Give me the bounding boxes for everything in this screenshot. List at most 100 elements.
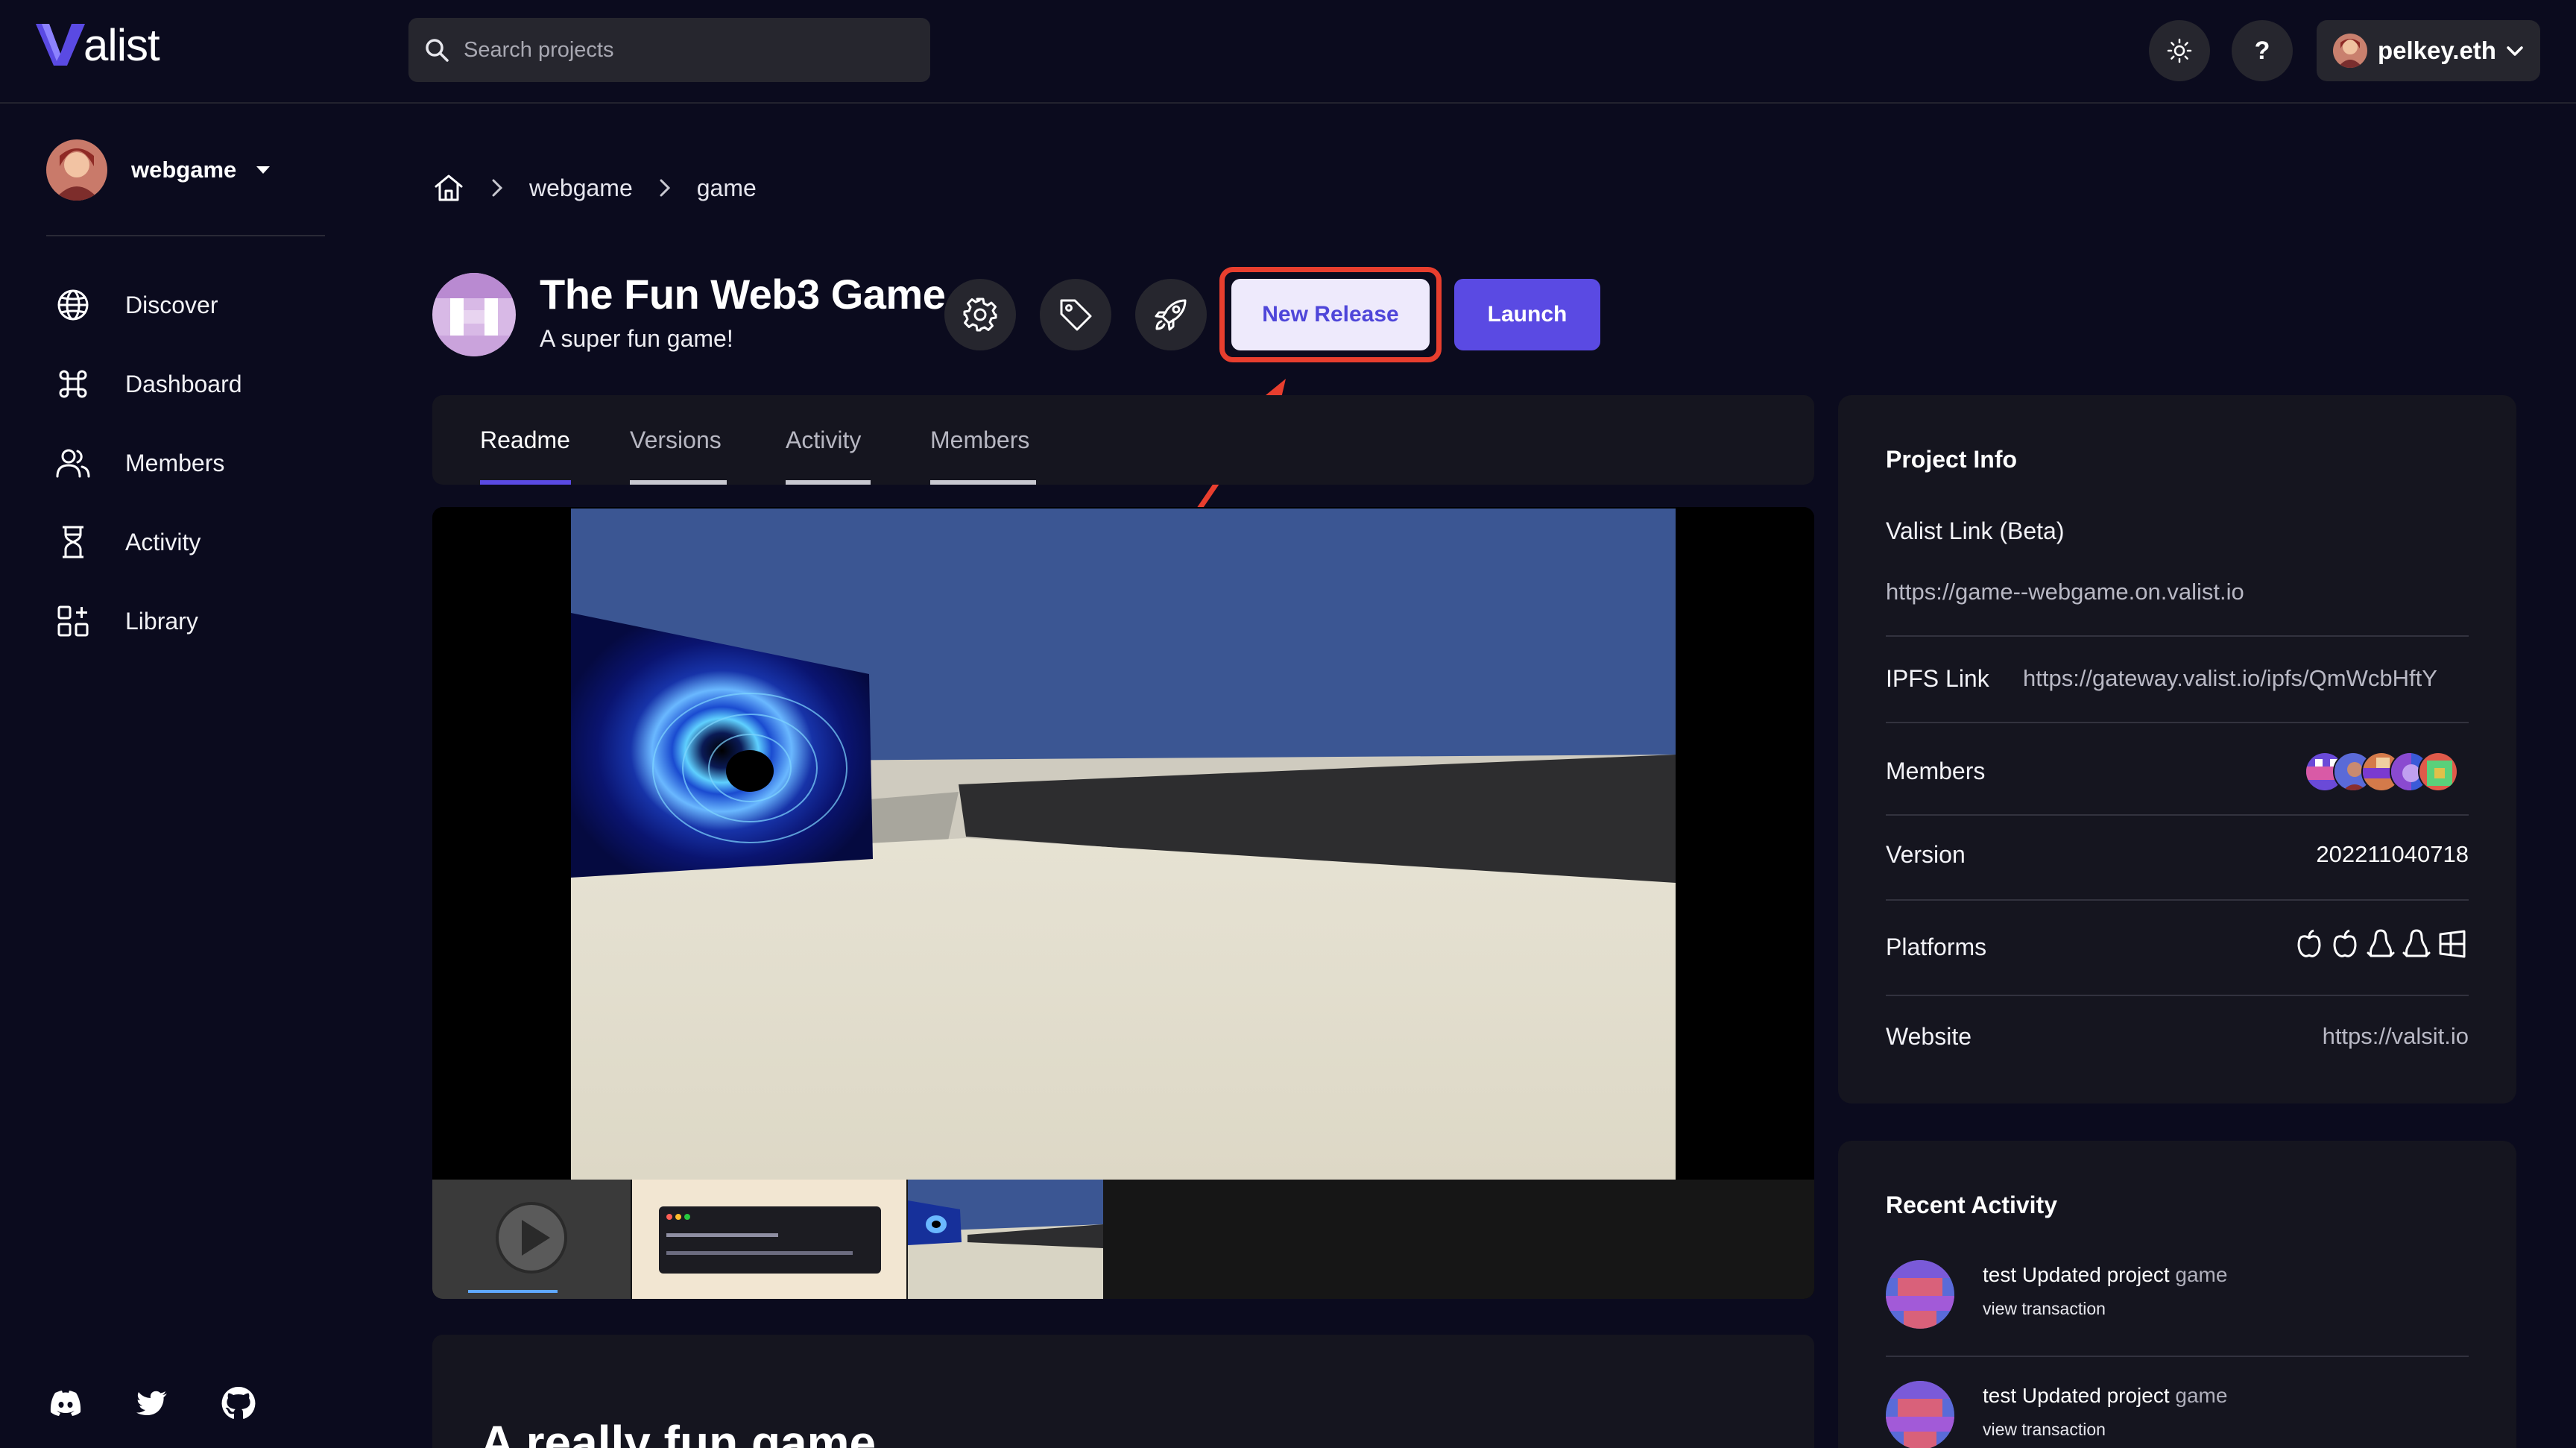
activity-item: test Updated project game view transacti…: [1886, 1260, 2469, 1342]
website-link[interactable]: https://valsit.io: [2323, 1023, 2469, 1050]
help-label: ?: [2254, 36, 2270, 65]
sidebar-item-label: Members: [125, 449, 225, 476]
platforms-row: Platforms: [1886, 928, 2469, 965]
account-avatar: [2333, 34, 2367, 68]
sidebar-item-members[interactable]: Members: [54, 424, 242, 503]
valist-logo[interactable]: alist: [34, 19, 160, 70]
activity-avatar: [1886, 1260, 1954, 1329]
readme-card: A really fun game: [432, 1335, 1814, 1448]
tab-readme[interactable]: Readme: [480, 426, 570, 454]
sidebar-item-label: Discover: [125, 291, 218, 318]
search-bar[interactable]: [408, 18, 930, 82]
settings-button[interactable]: [944, 279, 1016, 350]
tab-indicator-active: [480, 480, 571, 485]
tag-icon: [1060, 299, 1092, 331]
tab-versions[interactable]: Versions: [630, 426, 722, 454]
member-avatar: [2418, 752, 2458, 792]
theme-toggle-button[interactable]: [2149, 20, 2210, 81]
discord-icon[interactable]: [46, 1384, 85, 1423]
rocket-icon: [1155, 299, 1187, 331]
sidebar-item-activity[interactable]: Activity: [54, 503, 242, 582]
sidebar-item-library[interactable]: Library: [54, 582, 242, 661]
apple-icon: [2333, 929, 2357, 957]
breadcrumb: webgame game: [432, 166, 757, 210]
new-release-button[interactable]: New Release: [1231, 279, 1430, 350]
linux-icon: [2367, 929, 2395, 957]
activity-action: Updated project: [2021, 1384, 2170, 1407]
chevron-right-icon: [660, 179, 670, 197]
sidebar-item-label: Library: [125, 607, 198, 635]
sidebar-divider: [46, 235, 325, 236]
activity-action: Updated project: [2021, 1263, 2170, 1286]
deploy-button[interactable]: [1135, 279, 1207, 350]
search-icon: [426, 39, 449, 62]
view-transaction-link[interactable]: view transaction: [1983, 1299, 2106, 1319]
twitter-icon[interactable]: [133, 1384, 171, 1423]
activity-text: test Updated project game: [1983, 1263, 2227, 1287]
gear-icon: [963, 298, 997, 332]
activity-item: test Updated project game view transacti…: [1886, 1381, 2469, 1448]
sun-icon: [2167, 38, 2192, 63]
valist-link-row: Valist Link (Beta) https://game--webgame…: [1886, 517, 2469, 607]
version-value: 202211040718: [2316, 841, 2469, 867]
scene-thumbnail[interactable]: [908, 1180, 1103, 1299]
project-title: The Fun Web3 Game: [540, 271, 946, 318]
thumbnail-strip: [432, 1180, 1814, 1299]
project-avatar: [432, 273, 516, 356]
linux-icon: [2402, 929, 2431, 957]
project-info-title: Project Info: [1886, 446, 2018, 473]
sidebar-item-discover[interactable]: Discover: [54, 265, 242, 344]
tag-button[interactable]: [1040, 279, 1111, 350]
workspace-name: webgame: [131, 157, 237, 183]
code-thumbnail[interactable]: [632, 1180, 906, 1299]
tab-activity[interactable]: Activity: [786, 426, 861, 454]
activity-text: test Updated project game: [1983, 1384, 2227, 1408]
search-input[interactable]: [464, 37, 911, 63]
tab-indicator: [630, 480, 727, 485]
account-name: pelkey.eth: [2378, 37, 2496, 64]
top-bar: alist ? p: [0, 0, 2576, 104]
command-icon: [59, 370, 87, 398]
platform-icons: [2290, 928, 2469, 960]
ipfs-link[interactable]: https://gateway.valist.io/ipfs/QmWcbHftY: [2023, 665, 2470, 692]
ipfs-link-row: IPFS Link https://gateway.valist.io/ipfs…: [1886, 665, 2469, 695]
divider: [1886, 1356, 2469, 1357]
project-tabs: Readme Versions Activity Members: [432, 395, 1814, 485]
divider: [1886, 635, 2469, 637]
sidebar-item-dashboard[interactable]: Dashboard: [54, 344, 242, 424]
workspace-switcher[interactable]: webgame: [46, 139, 271, 201]
member-avatars[interactable]: [2305, 752, 2469, 793]
logo-text: alist: [83, 19, 160, 70]
project-subtitle: A super fun game!: [540, 325, 733, 352]
divider: [1886, 814, 2469, 816]
platforms-label: Platforms: [1886, 934, 1987, 960]
divider: [1886, 995, 2469, 996]
valist-link[interactable]: https://game--webgame.on.valist.io: [1886, 579, 2244, 605]
tab-indicator: [786, 480, 871, 485]
chevron-down-icon: [2507, 46, 2523, 56]
game-screenshot[interactable]: [571, 509, 1676, 1180]
video-thumbnail[interactable]: [432, 1180, 631, 1299]
breadcrumb-item-webgame[interactable]: webgame: [529, 174, 633, 202]
home-icon[interactable]: [432, 171, 465, 204]
apps-icon: [57, 605, 89, 637]
apple-icon: [2297, 929, 2321, 957]
sidebar-item-label: Activity: [125, 528, 201, 555]
website-label: Website: [1886, 1023, 1972, 1050]
github-icon[interactable]: [219, 1384, 258, 1423]
workspace-avatar: [46, 139, 107, 201]
users-icon: [56, 449, 90, 478]
help-button[interactable]: ?: [2232, 20, 2293, 81]
activity-actor: test: [1983, 1384, 2017, 1407]
caret-down-icon: [256, 166, 271, 174]
breadcrumb-item-game[interactable]: game: [697, 174, 757, 202]
tab-members[interactable]: Members: [930, 426, 1029, 454]
sidebar-nav: Discover Dashboard Members Activity Libr…: [54, 265, 242, 661]
activity-avatar: [1886, 1381, 1954, 1448]
launch-button[interactable]: Launch: [1454, 279, 1600, 350]
activity-actor: test: [1983, 1263, 2017, 1286]
account-menu[interactable]: pelkey.eth: [2317, 20, 2540, 81]
activity-project: game: [2175, 1384, 2228, 1407]
divider: [1886, 722, 2469, 723]
view-transaction-link[interactable]: view transaction: [1983, 1420, 2106, 1440]
